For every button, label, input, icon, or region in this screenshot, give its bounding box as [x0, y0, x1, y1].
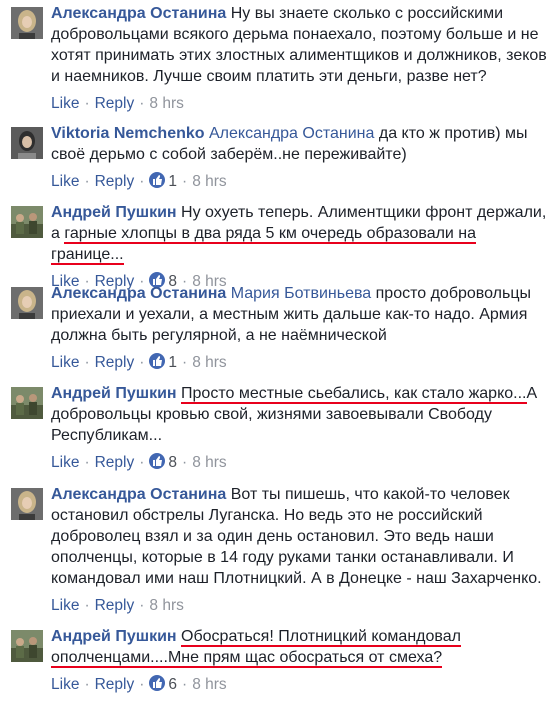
thumbs-up-icon[interactable]: [149, 675, 166, 691]
woman-avatar-icon: [11, 127, 43, 159]
comment-author[interactable]: Александра Останина: [51, 5, 226, 22]
avatar[interactable]: [11, 127, 43, 159]
reply-button[interactable]: Reply: [95, 173, 135, 190]
reply-button[interactable]: Reply: [95, 95, 135, 112]
avatar[interactable]: [11, 206, 43, 238]
comment-author[interactable]: Андрей Пушкин: [51, 204, 177, 221]
blonde-woman-avatar-icon: [11, 7, 43, 39]
timestamp[interactable]: 8 hrs: [149, 95, 183, 112]
comment-actions: Like · Reply · 1 · 8 hrs: [51, 172, 227, 190]
timestamp[interactable]: 8 hrs: [192, 676, 226, 693]
like-button[interactable]: Like: [51, 95, 79, 112]
thumbs-up-icon[interactable]: [149, 353, 166, 369]
comment-author[interactable]: Андрей Пушкин: [51, 385, 177, 402]
comment-text: Александра Останина Ну вы знаете сколько…: [51, 5, 547, 85]
comment-text: Александра Останина Мария Ботвиньева про…: [51, 285, 531, 344]
avatar[interactable]: [11, 387, 43, 419]
comment-text: Андрей Пушкин Просто местные сьебались, …: [51, 385, 538, 444]
avatar[interactable]: [11, 7, 43, 39]
comment-text: Viktoria Nemchenko Александра Останина д…: [51, 125, 528, 163]
avatar[interactable]: [11, 630, 43, 662]
like-button[interactable]: Like: [51, 454, 79, 471]
reaction-count[interactable]: 1: [168, 173, 177, 190]
underlined-text: гарные хлопцы в два ряда 5 км очередь об…: [51, 225, 477, 265]
underlined-text: Просто местные сьебались, как стало жарк…: [181, 385, 527, 404]
like-button[interactable]: Like: [51, 676, 79, 693]
soldiers-avatar-icon: [11, 630, 43, 662]
blonde-woman-avatar-icon: [11, 287, 43, 319]
soldiers-avatar-icon: [11, 387, 43, 419]
comment-actions: Like · Reply · 8 hrs: [51, 597, 184, 614]
comment-text: Александра Останина Вот ты пишешь, что к…: [51, 486, 542, 587]
comment-author[interactable]: Александра Останина: [51, 486, 226, 503]
thumbs-up-icon[interactable]: [149, 453, 166, 469]
reaction-count[interactable]: 1: [168, 354, 177, 371]
mention-link[interactable]: Мария Ботвиньева: [231, 285, 371, 302]
like-button[interactable]: Like: [51, 597, 79, 614]
reply-button[interactable]: Reply: [95, 676, 135, 693]
timestamp[interactable]: 8 hrs: [192, 454, 226, 471]
comment-actions: Like · Reply · 1 · 8 hrs: [51, 353, 227, 371]
reply-button[interactable]: Reply: [95, 597, 135, 614]
reaction-count[interactable]: 6: [168, 676, 177, 693]
soldiers-avatar-icon: [11, 206, 43, 238]
mention-link[interactable]: Александра Останина: [209, 125, 374, 142]
timestamp[interactable]: 8 hrs: [192, 173, 226, 190]
comment-text: Андрей Пушкин Обосраться! Плотницкий ком…: [51, 626, 551, 668]
reply-button[interactable]: Reply: [95, 454, 135, 471]
comment-actions: Like · Reply · 6 · 8 hrs: [51, 675, 227, 693]
timestamp[interactable]: 8 hrs: [192, 354, 226, 371]
reaction-count[interactable]: 8: [168, 454, 177, 471]
comment-actions: Like · Reply · 8 · 8 hrs: [51, 453, 227, 471]
reply-button[interactable]: Reply: [95, 354, 135, 371]
comment-text: Андрей Пушкин Ну охуеть теперь. Алиментщ…: [51, 204, 547, 265]
thumbs-up-icon[interactable]: [149, 172, 166, 188]
avatar[interactable]: [11, 488, 43, 520]
avatar[interactable]: [11, 287, 43, 319]
timestamp[interactable]: 8 hrs: [149, 597, 183, 614]
comment-author[interactable]: Viktoria Nemchenko: [51, 125, 205, 142]
comment-author[interactable]: Андрей Пушкин: [51, 628, 177, 645]
like-button[interactable]: Like: [51, 354, 79, 371]
blonde-woman-avatar-icon: [11, 488, 43, 520]
comment-actions: Like · Reply · 8 hrs: [51, 95, 184, 112]
like-button[interactable]: Like: [51, 173, 79, 190]
comment-author[interactable]: Александра Останина: [51, 285, 226, 302]
